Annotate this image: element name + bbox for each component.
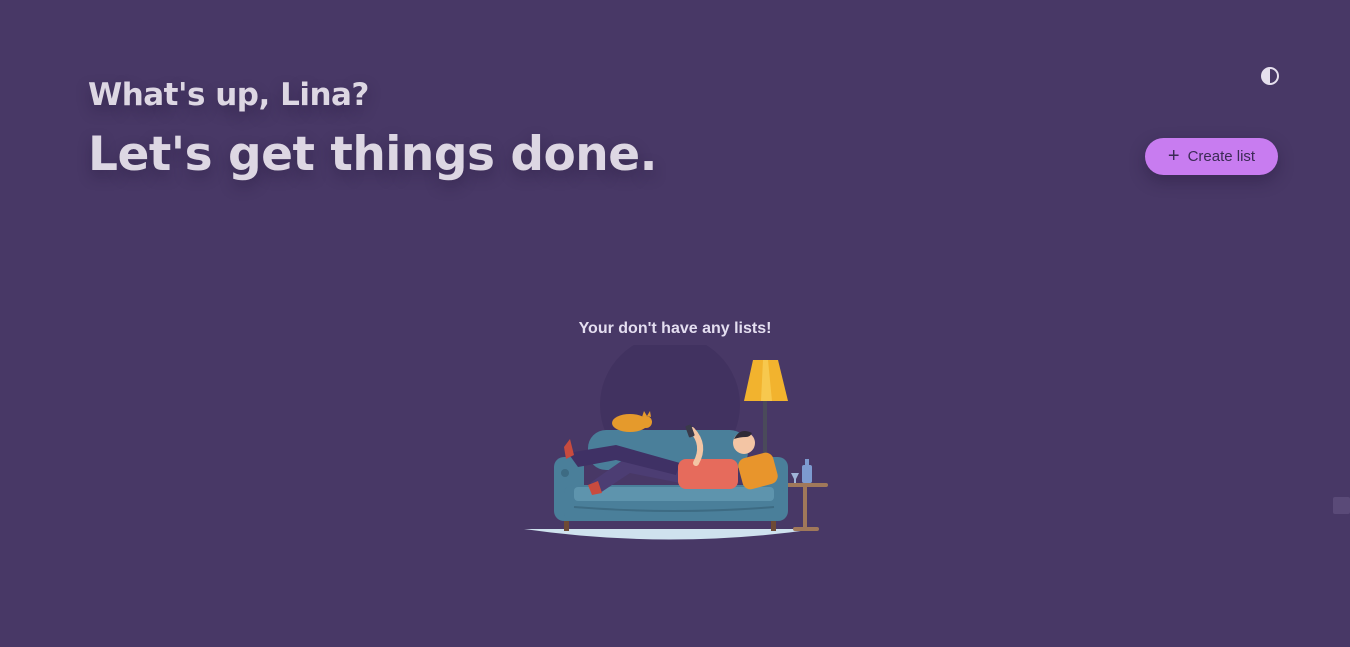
greeting-text: What's up, Lina?: [88, 77, 369, 113]
create-list-button[interactable]: + Create list: [1145, 138, 1278, 175]
page-header: What's up, Lina? Let's get things done.: [88, 70, 657, 190]
side-panel-handle[interactable]: [1333, 497, 1350, 514]
plus-icon: +: [1167, 144, 1180, 167]
empty-state-message: Your don't have any lists!: [578, 320, 772, 337]
page-title: Let's get things done.: [88, 127, 657, 182]
create-list-label: Create list: [1187, 148, 1256, 165]
contrast-icon: [1261, 67, 1279, 85]
person-relaxing-on-couch-illustration: [524, 345, 828, 540]
empty-state: Your don't have any lists!: [520, 318, 830, 340]
theme-toggle-button[interactable]: [1260, 66, 1280, 86]
